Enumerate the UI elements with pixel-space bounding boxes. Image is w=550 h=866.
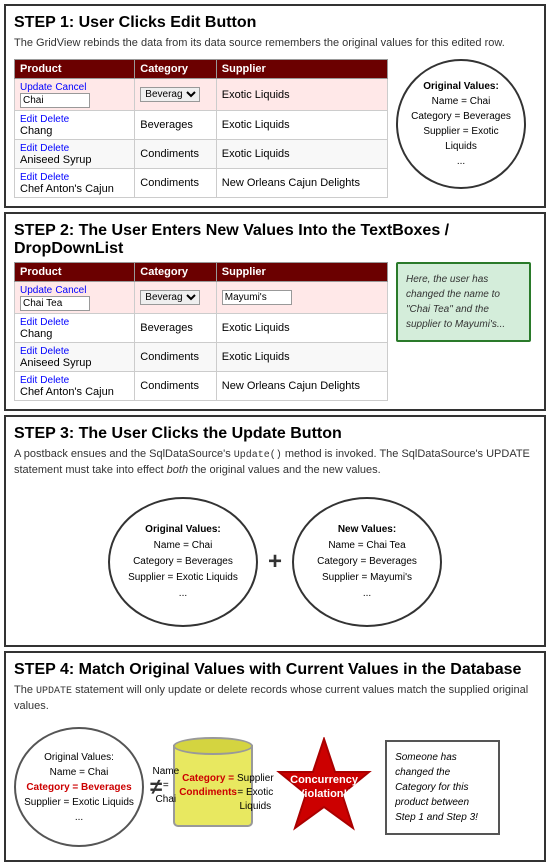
- update-link[interactable]: Update: [20, 82, 52, 93]
- edit-row-product: Update Cancel: [15, 79, 135, 111]
- col-header-product: Product: [15, 60, 135, 79]
- edit-link[interactable]: Edit: [20, 375, 37, 386]
- row-supplier: New Orleans Cajun Delights: [216, 372, 387, 401]
- database-cylinder: Name = Chai Category = Condiments Suppli…: [168, 737, 263, 837]
- table-row: Edit DeleteChef Anton's Cajun Condiments…: [15, 372, 388, 401]
- edit-link[interactable]: Edit: [20, 143, 37, 154]
- row-supplier: Exotic Liquids: [216, 343, 387, 372]
- step1-note-area: Original Values: Name = Chai Category = …: [396, 59, 536, 189]
- update-link[interactable]: Update: [20, 285, 52, 296]
- edit-row-supplier: Exotic Liquids: [216, 79, 387, 111]
- col-header-supplier: Supplier: [216, 263, 387, 282]
- delete-link[interactable]: Delete: [40, 172, 69, 183]
- step2-content: Product Category Supplier Update Cancel: [14, 262, 536, 401]
- supplier-input-new[interactable]: [222, 290, 292, 305]
- table-row: Edit DeleteChang Beverages Exotic Liquid…: [15, 111, 388, 140]
- edit-link[interactable]: Edit: [20, 114, 37, 125]
- table-row: Update Cancel Beverages Exotic Liquids: [15, 79, 388, 111]
- step1-title: STEP 1: User Clicks Edit Button: [14, 14, 536, 32]
- edit-row-category: Beverages: [135, 282, 216, 314]
- step2-note-area: Here, the user has changed the name to "…: [396, 262, 536, 342]
- step2-green-note: Here, the user has changed the name to "…: [396, 262, 531, 342]
- step1-content: Product Category Supplier Update Cancel: [14, 59, 536, 198]
- neq-symbol: ≠: [150, 774, 162, 800]
- row-supplier: Exotic Liquids: [216, 140, 387, 169]
- table-row: Update Cancel Beverages: [15, 282, 388, 314]
- delete-link[interactable]: Delete: [40, 317, 69, 328]
- step1-gridview: Product Category Supplier Update Cancel: [14, 59, 388, 198]
- row-supplier: Exotic Liquids: [216, 111, 387, 140]
- red-category-db: Category = Condiments: [179, 772, 237, 800]
- row-product: Edit DeleteChang: [15, 314, 135, 343]
- table-row: Edit DeleteAniseed Syrup Condiments Exot…: [15, 140, 388, 169]
- step4-original-circle: Original Values: Name = Chai Category = …: [14, 727, 144, 847]
- table-row: Edit DeleteAniseed Syrup Condiments Exot…: [15, 343, 388, 372]
- table-row: Edit DeleteChang Beverages Exotic Liquid…: [15, 314, 388, 343]
- circle-content: New Values: Name = Chai Tea Category = B…: [317, 522, 417, 602]
- step4-section: STEP 4: Match Original Values with Curre…: [4, 651, 546, 862]
- table-row: Edit DeleteChef Anton's Cajun Condiments…: [15, 169, 388, 198]
- row-category: Condiments: [135, 169, 216, 198]
- delete-link[interactable]: Delete: [40, 114, 69, 125]
- step1-desc: The GridView rebinds the data from its d…: [14, 36, 536, 51]
- row-category: Beverages: [135, 111, 216, 140]
- circle-content: Original Values: Name = Chai Category = …: [408, 79, 514, 169]
- step3-section: STEP 3: The User Clicks the Update Butto…: [4, 415, 546, 646]
- circle-text: Original Values: Name = Chai Category = …: [24, 750, 134, 825]
- category-select[interactable]: Beverages: [140, 87, 200, 102]
- col-header-supplier: Supplier: [216, 60, 387, 79]
- delete-link[interactable]: Delete: [40, 143, 69, 154]
- step2-table-area: Product Category Supplier Update Cancel: [14, 262, 388, 401]
- step3-original-circle: Original Values: Name = Chai Category = …: [108, 497, 258, 627]
- delete-link[interactable]: Delete: [40, 346, 69, 357]
- step1-section: STEP 1: User Clicks Edit Button The Grid…: [4, 4, 546, 208]
- row-supplier: Exotic Liquids: [216, 314, 387, 343]
- plus-symbol: +: [268, 548, 282, 576]
- col-header-product: Product: [15, 263, 135, 282]
- category-select[interactable]: Beverages: [140, 290, 200, 305]
- cancel-link[interactable]: Cancel: [55, 82, 86, 93]
- step3-new-circle: New Values: Name = Chai Tea Category = B…: [292, 497, 442, 627]
- row-product: Edit DeleteAniseed Syrup: [15, 140, 135, 169]
- edit-row-supplier: [216, 282, 387, 314]
- edit-link[interactable]: Edit: [20, 172, 37, 183]
- step4-italic-note: Someone has changed the Category for thi…: [385, 740, 500, 835]
- row-supplier: New Orleans Cajun Delights: [216, 169, 387, 198]
- row-category: Condiments: [135, 140, 216, 169]
- row-category: Beverages: [135, 314, 216, 343]
- step2-gridview: Product Category Supplier Update Cancel: [14, 262, 388, 401]
- step3-desc: A postback ensues and the SqlDataSource'…: [14, 447, 536, 478]
- edit-link[interactable]: Edit: [20, 346, 37, 357]
- product-input-new[interactable]: [20, 296, 90, 311]
- edit-link[interactable]: Edit: [20, 317, 37, 328]
- row-product: Edit DeleteChef Anton's Cajun: [15, 169, 135, 198]
- col-header-category: Category: [135, 60, 216, 79]
- star-icon: ConcurrencyViolation!!: [274, 737, 374, 837]
- circle-content: Original Values: Name = Chai Category = …: [128, 522, 238, 602]
- delete-link[interactable]: Delete: [40, 375, 69, 386]
- row-product: Edit DeleteAniseed Syrup: [15, 343, 135, 372]
- step4-desc: The UPDATE statement will only update or…: [14, 683, 536, 714]
- cancel-link[interactable]: Cancel: [55, 285, 86, 296]
- col-header-category: Category: [135, 263, 216, 282]
- edit-row-category: Beverages: [135, 79, 216, 111]
- concurrency-text: ConcurrencyViolation!!: [290, 773, 358, 802]
- concurrency-violation-badge: ConcurrencyViolation!!: [269, 732, 379, 842]
- step1-original-values-circle: Original Values: Name = Chai Category = …: [396, 59, 526, 189]
- edit-row-product: Update Cancel: [15, 282, 135, 314]
- step2-title: STEP 2: The User Enters New Values Into …: [14, 222, 536, 258]
- red-category-original: Category = Beverages: [26, 782, 131, 793]
- step3-circles: Original Values: Name = Chai Category = …: [14, 487, 536, 637]
- row-product: Edit DeleteChang: [15, 111, 135, 140]
- step4-content: Original Values: Name = Chai Category = …: [14, 722, 536, 852]
- row-category: Condiments: [135, 343, 216, 372]
- cylinder-body: Name = Chai Category = Condiments Suppli…: [173, 745, 253, 827]
- row-product: Edit DeleteChef Anton's Cajun: [15, 372, 135, 401]
- product-input[interactable]: [20, 93, 90, 108]
- step4-title: STEP 4: Match Original Values with Curre…: [14, 661, 536, 679]
- step2-section: STEP 2: The User Enters New Values Into …: [4, 212, 546, 411]
- row-category: Condiments: [135, 372, 216, 401]
- step3-title: STEP 3: The User Clicks the Update Butto…: [14, 425, 536, 443]
- step1-table-area: Product Category Supplier Update Cancel: [14, 59, 388, 198]
